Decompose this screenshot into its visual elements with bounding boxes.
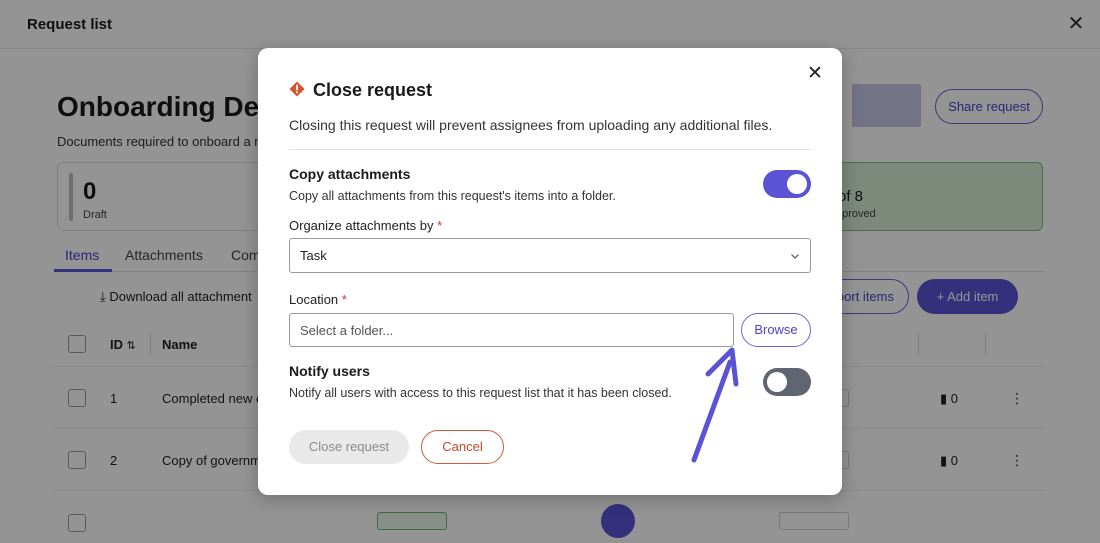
close-request-button[interactable]: Close request (289, 430, 409, 464)
organize-by-selected-value: Task (300, 248, 327, 263)
dialog-description: Closing this request will prevent assign… (289, 117, 773, 133)
notify-users-description: Notify all users with access to this req… (289, 386, 672, 400)
close-request-dialog: ✕ Close request Closing this request wil… (258, 48, 842, 495)
required-marker: * (437, 218, 443, 233)
copy-attachments-title: Copy attachments (289, 166, 411, 182)
location-label-text: Location (289, 292, 339, 307)
copy-attachments-description: Copy all attachments from this request's… (289, 189, 616, 203)
close-icon[interactable]: ✕ (805, 64, 825, 84)
toggle-knob (767, 372, 787, 392)
dialog-title: Close request (313, 80, 433, 100)
cancel-button[interactable]: Cancel (421, 430, 504, 464)
notify-users-toggle[interactable] (763, 368, 811, 396)
organize-by-label-text: Organize attachments by (289, 218, 434, 233)
toggle-knob (787, 174, 807, 194)
chevron-down-icon (791, 254, 799, 259)
location-label: Location * (289, 292, 347, 307)
required-marker: * (341, 292, 347, 307)
organize-by-select[interactable]: Task (289, 238, 811, 273)
warning-icon (289, 81, 305, 97)
notify-users-title: Notify users (289, 363, 370, 379)
copy-attachments-toggle[interactable] (763, 170, 811, 198)
location-input[interactable] (289, 313, 734, 347)
organize-by-label: Organize attachments by * (289, 218, 442, 233)
divider (289, 149, 811, 150)
annotation-arrow-icon (691, 347, 739, 463)
browse-button[interactable]: Browse (741, 313, 811, 347)
